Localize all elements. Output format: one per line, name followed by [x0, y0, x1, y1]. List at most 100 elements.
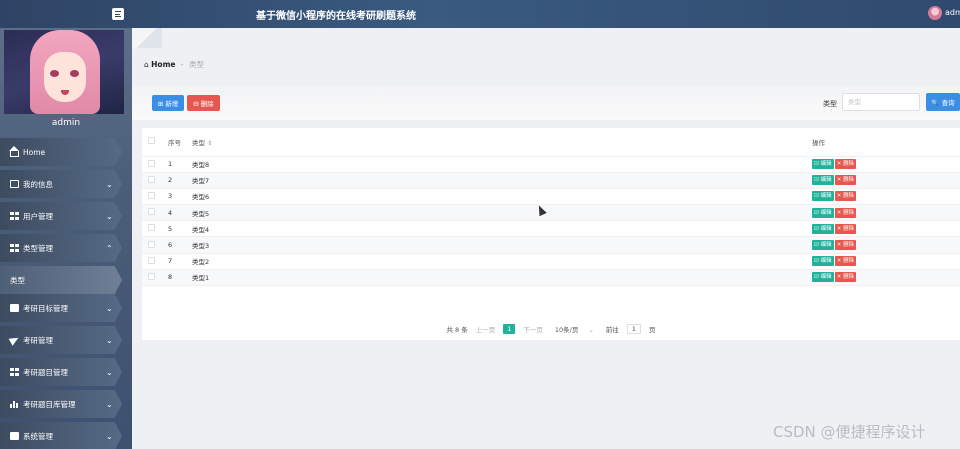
- briefcase-icon: [10, 432, 19, 440]
- sidebar-item-question-management[interactable]: 考研题目管理 ⌄: [0, 358, 122, 386]
- row-checkbox[interactable]: [148, 191, 155, 199]
- table-row[interactable]: 3 类型6 ☑ 编辑 ✕ 删除: [142, 188, 960, 206]
- row-checkbox[interactable]: [148, 175, 155, 183]
- row-index: 5: [168, 220, 192, 238]
- grid-icon: [10, 368, 19, 376]
- breadcrumb: ⌂ Home - 类型: [144, 59, 204, 70]
- edit-button[interactable]: ☑ 编辑: [812, 207, 834, 218]
- table-row[interactable]: 5 类型4 ☑ 编辑 ✕ 删除: [142, 220, 960, 238]
- menu-toggle-icon[interactable]: [112, 8, 124, 20]
- row-delete-button[interactable]: ✕ 删除: [834, 240, 857, 251]
- watermark: CSDN @便捷程序设计: [773, 423, 926, 441]
- row-delete-button[interactable]: ✕ 删除: [834, 256, 857, 267]
- sidebar-item-label: 系统管理: [23, 431, 53, 441]
- row-index: 3: [168, 188, 192, 206]
- sidebar-item-my-info[interactable]: 我的信息 ⌄: [0, 170, 122, 198]
- sidebar-item-label: 用户管理: [23, 211, 53, 221]
- search-input[interactable]: [842, 93, 920, 111]
- edit-button[interactable]: ☑ 编辑: [812, 175, 834, 186]
- table-row[interactable]: 7 类型2 ☑ 编辑 ✕ 删除: [142, 253, 960, 270]
- row-delete-button[interactable]: ✕ 删除: [834, 175, 857, 186]
- sidebar-item-home[interactable]: Home: [0, 138, 122, 166]
- row-type: 类型5: [192, 204, 812, 222]
- row-checkbox[interactable]: [148, 208, 155, 216]
- sidebar-item-type[interactable]: 类型: [0, 266, 122, 294]
- row-checkbox[interactable]: [148, 256, 155, 264]
- decorative-grid: [142, 121, 960, 127]
- table-row[interactable]: 4 类型5 ☑ 编辑 ✕ 删除: [142, 204, 960, 222]
- sidebar-item-user-management[interactable]: 用户管理 ⌄: [0, 202, 122, 230]
- sidebar-item-exam-management[interactable]: 考研管理 ⌄: [0, 326, 122, 354]
- row-index: 1: [168, 156, 192, 173]
- pagination-total: 共 8 条: [446, 326, 468, 334]
- edit-button[interactable]: ☑ 编辑: [812, 240, 834, 251]
- column-header-type[interactable]: 类型 ⇕: [192, 128, 812, 157]
- header-user-name[interactable]: adm: [945, 8, 960, 17]
- sidebar-item-label: 考研题目管理: [23, 367, 68, 377]
- sidebar-item-type-management[interactable]: 类型管理 ⌃: [0, 234, 122, 262]
- chevron-down-icon: ⌄: [106, 400, 113, 409]
- sidebar-item-label: Home: [23, 147, 46, 157]
- row-index: 2: [168, 172, 192, 189]
- edit-button[interactable]: ☑ 编辑: [812, 256, 834, 267]
- row-checkbox[interactable]: [148, 240, 155, 248]
- select-all-checkbox[interactable]: [148, 137, 155, 145]
- sidebar: admin Home 我的信息 ⌄ 用户管理 ⌄ 类型管理 ⌃ 类型 考研目标管…: [0, 28, 132, 449]
- page-size-select[interactable]: 10条/页 ⌄: [551, 324, 598, 334]
- grid-icon: [10, 244, 19, 252]
- page-size-value: 10条/页: [554, 326, 579, 334]
- sidebar-item-question-bank-management[interactable]: 考研题目库管理 ⌄: [0, 390, 122, 418]
- search-label: 类型: [823, 100, 837, 108]
- row-delete-button[interactable]: ✕ 删除: [834, 159, 857, 170]
- chevron-down-icon: ⌄: [106, 180, 113, 189]
- table-row[interactable]: 6 类型3 ☑ 编辑 ✕ 删除: [142, 236, 960, 254]
- prev-page-button[interactable]: 上一页: [476, 324, 496, 334]
- card-icon: [10, 180, 19, 188]
- row-delete-button[interactable]: ✕ 删除: [834, 223, 857, 234]
- avatar[interactable]: [928, 6, 942, 20]
- column-header-ops: 操作: [812, 128, 960, 157]
- chevron-down-icon: ⌄: [106, 368, 113, 377]
- chevron-down-icon: ⌄: [106, 304, 113, 313]
- column-header-index: 序号: [168, 128, 192, 157]
- table-row[interactable]: 1 类型8 ☑ 编辑 ✕ 删除: [142, 156, 960, 173]
- row-delete-button[interactable]: ✕ 删除: [834, 207, 857, 218]
- row-type: 类型4: [192, 220, 812, 238]
- page-number-current[interactable]: 1: [503, 324, 516, 334]
- edit-button[interactable]: ☑ 编辑: [812, 159, 834, 170]
- row-type: 类型3: [192, 236, 812, 254]
- sort-icon[interactable]: ⇕: [207, 140, 212, 147]
- delete-button[interactable]: ⊟ 删除: [187, 95, 220, 111]
- row-delete-button[interactable]: ✕ 删除: [834, 191, 857, 202]
- sidebar-user-name: admin: [51, 118, 81, 128]
- sidebar-item-system-management[interactable]: 系统管理 ⌄: [0, 422, 122, 449]
- row-index: 4: [168, 204, 192, 222]
- table-row[interactable]: 2 类型7 ☑ 编辑 ✕ 删除: [142, 172, 960, 189]
- row-type: 类型1: [192, 269, 812, 287]
- toolbar: ⊞ 新增 ⊟ 删除 类型 🔍 查询: [132, 86, 960, 120]
- chevron-up-icon: ⌃: [106, 244, 113, 253]
- edit-button[interactable]: ☑ 编辑: [812, 272, 834, 283]
- main-content: ⌂ Home - 类型 ⊞ 新增 ⊟ 删除 类型 🔍 查询 序号 类型 ⇕ 操作…: [132, 28, 960, 449]
- row-checkbox[interactable]: [148, 159, 155, 167]
- column-header-type-label: 类型: [192, 138, 205, 147]
- edit-button[interactable]: ☑ 编辑: [812, 223, 834, 234]
- table-row[interactable]: 8 类型1 ☑ 编辑 ✕ 删除: [142, 269, 960, 287]
- bar-chart-icon: [10, 400, 19, 408]
- top-bar: 基于微信小程序的在线考研刷题系统 adm: [0, 0, 960, 28]
- page-fold-decoration: [132, 28, 162, 48]
- app-title: 基于微信小程序的在线考研刷题系统: [256, 11, 416, 22]
- search-button[interactable]: 🔍 查询: [926, 93, 960, 111]
- chevron-down-icon: ⌄: [106, 432, 113, 441]
- goto-page-input[interactable]: 1: [626, 324, 642, 334]
- breadcrumb-home[interactable]: Home: [151, 60, 175, 69]
- sidebar-item-label: 我的信息: [23, 179, 53, 189]
- add-button[interactable]: ⊞ 新增: [152, 95, 184, 111]
- row-checkbox[interactable]: [148, 272, 155, 280]
- sidebar-item-exam-goal-management[interactable]: 考研目标管理 ⌄: [0, 294, 122, 322]
- next-page-button[interactable]: 下一页: [523, 324, 543, 334]
- edit-button[interactable]: ☑ 编辑: [812, 191, 834, 202]
- row-checkbox[interactable]: [148, 224, 155, 232]
- sidebar-item-label: 考研题目库管理: [23, 399, 76, 409]
- row-delete-button[interactable]: ✕ 删除: [834, 272, 857, 283]
